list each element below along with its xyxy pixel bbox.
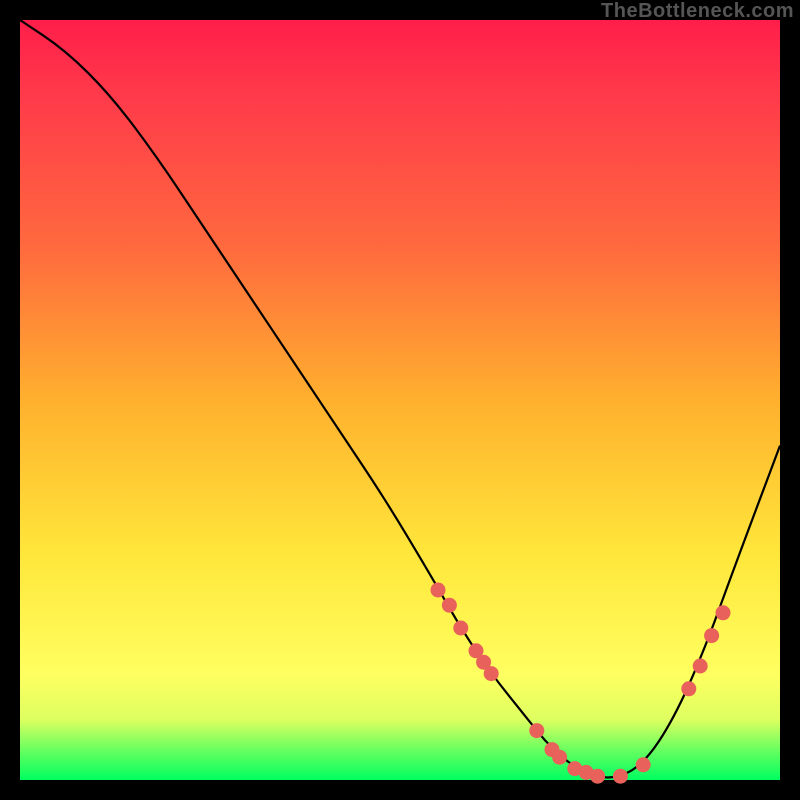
marker-group	[431, 583, 731, 784]
data-marker	[552, 750, 567, 765]
data-marker	[431, 583, 446, 598]
bottleneck-curve	[20, 20, 780, 777]
data-marker	[681, 681, 696, 696]
data-marker	[693, 659, 708, 674]
data-marker	[484, 666, 499, 681]
chart-svg	[20, 20, 780, 780]
data-marker	[529, 723, 544, 738]
data-marker	[636, 757, 651, 772]
data-marker	[442, 598, 457, 613]
data-marker	[590, 769, 605, 784]
data-marker	[453, 621, 468, 636]
data-marker	[704, 628, 719, 643]
data-marker	[613, 769, 628, 784]
data-marker	[716, 605, 731, 620]
